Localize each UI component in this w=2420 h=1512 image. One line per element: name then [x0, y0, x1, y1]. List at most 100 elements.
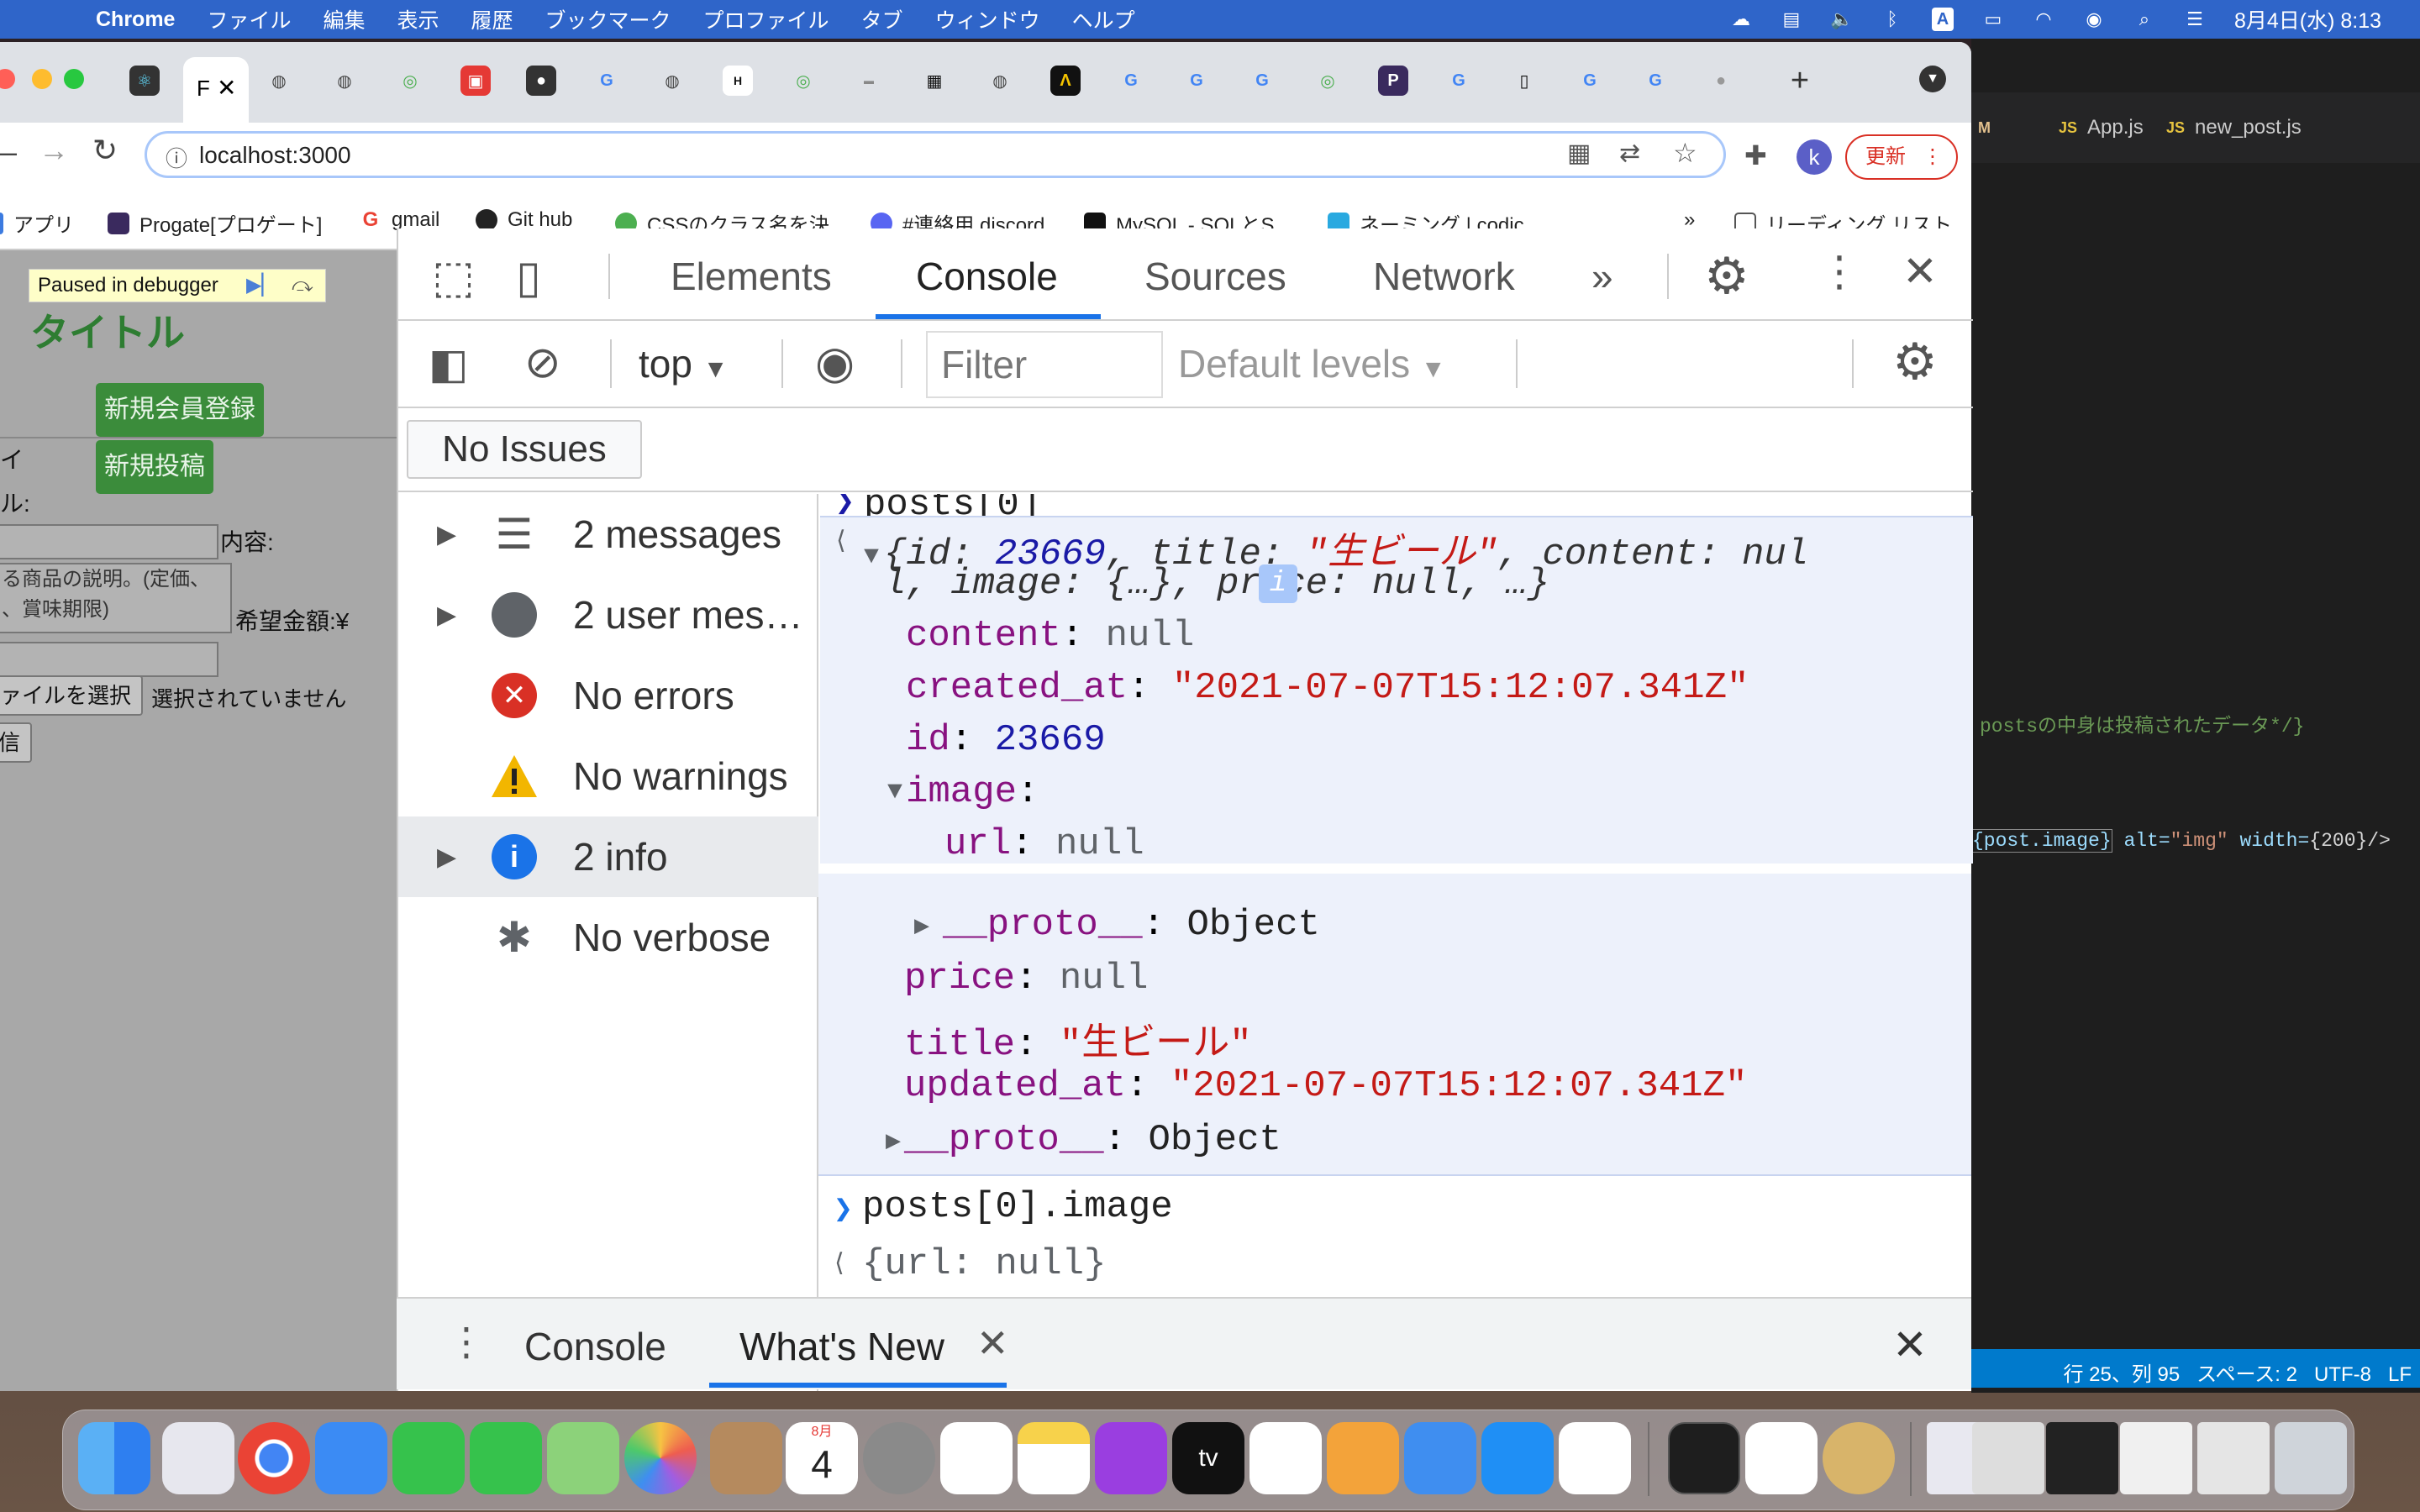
submit-button[interactable]: 信 [0, 722, 32, 763]
site-info-icon[interactable]: ⓘ [166, 142, 187, 173]
tab-sources[interactable]: Sources [1144, 254, 1286, 299]
contacts-icon[interactable] [710, 1422, 782, 1494]
console-result-2[interactable]: {url: null} [862, 1243, 1106, 1285]
menubar-clock[interactable]: 8月4日(水) 8:13 [2234, 4, 2381, 34]
terminal-icon[interactable] [1668, 1422, 1740, 1494]
chrome-icon[interactable] [238, 1422, 310, 1494]
minimize-window-icon[interactable] [32, 69, 52, 89]
sequel-pro-icon[interactable] [1823, 1422, 1895, 1494]
mail-icon[interactable] [315, 1422, 387, 1494]
tab-elements[interactable]: Elements [671, 254, 832, 299]
issues-button[interactable]: No Issues [407, 420, 642, 479]
tab-google-icon[interactable]: G [1444, 66, 1474, 96]
vscode-icon[interactable] [1559, 1422, 1631, 1494]
app-store-icon[interactable] [1481, 1422, 1554, 1494]
live-expression-eye-icon[interactable]: ◉ [815, 336, 855, 389]
prop-image-proto[interactable]: __proto__: Object [943, 904, 1320, 946]
forward-icon[interactable]: → [39, 133, 69, 168]
tab-qiita-icon[interactable]: ◎ [1313, 66, 1343, 96]
code-comment[interactable]: postsの中身は投稿されたデータ*/} [1980, 709, 2304, 738]
menu-edit[interactable]: 編集 [323, 4, 365, 34]
volume-icon[interactable]: 🔈 [1830, 8, 1853, 29]
spotlight-icon[interactable]: ⌕ [2133, 8, 2155, 29]
close-devtools-icon[interactable]: ✕ [1902, 247, 1938, 296]
window-thumbnail[interactable] [1972, 1422, 2044, 1494]
tab-react-icon[interactable]: ⚛ [129, 66, 160, 96]
tab-qiita-icon[interactable]: ◎ [788, 66, 818, 96]
active-tab[interactable]: F ✕ [183, 57, 249, 123]
wifi-icon[interactable]: ◠ [2033, 8, 2054, 29]
settings-gear-icon[interactable]: ⚙ [1704, 247, 1749, 306]
tab-google-icon[interactable]: G [1640, 66, 1670, 96]
calendar-icon[interactable]: 8月 4 [786, 1422, 858, 1494]
vscode-tab-new-post[interactable]: JS new_post.js [2146, 92, 2322, 163]
sidebar-warnings[interactable]: No warnings [398, 736, 818, 816]
tab-globe-icon[interactable]: ◍ [264, 66, 294, 96]
maps-icon[interactable] [547, 1422, 619, 1494]
tab-network[interactable]: Network [1373, 254, 1515, 299]
profile-avatar[interactable]: k [1797, 139, 1832, 175]
menu-file[interactable]: ファイル [207, 4, 291, 34]
menu-view[interactable]: 表示 [397, 4, 439, 34]
sidebar-user-messages[interactable]: ▶ 2 user mes… [398, 575, 818, 655]
tab-google-icon[interactable]: G [592, 66, 622, 96]
bluetooth-icon[interactable]: ᛒ [1881, 8, 1903, 29]
sidebar-verbose[interactable]: ✱ No verbose [398, 897, 818, 978]
system-preferences-icon[interactable] [863, 1422, 935, 1494]
info-badge-icon[interactable]: i [1259, 564, 1297, 603]
device-toolbar-icon[interactable]: ▯ [516, 250, 541, 303]
zoom-window-icon[interactable] [64, 69, 84, 89]
tab-google-icon[interactable]: G [1247, 66, 1277, 96]
tab-google-icon[interactable]: G [1575, 66, 1605, 96]
battery-icon[interactable]: ▭ [1982, 8, 2004, 29]
prop-proto[interactable]: __proto__: Object [904, 1119, 1281, 1161]
close-tab-icon[interactable]: ✕ [976, 1320, 1009, 1366]
bookmark-star-icon[interactable]: ☆ [1673, 137, 1697, 169]
filter-input[interactable]: Filter [926, 331, 1163, 398]
tab-close-icon[interactable]: ✕ [217, 74, 236, 102]
numbers-icon[interactable] [1249, 1422, 1322, 1494]
drawer-menu-icon[interactable]: ⋮ [447, 1319, 486, 1364]
clear-console-icon[interactable]: ⊘ [524, 338, 561, 388]
tab-google-icon[interactable]: G [1116, 66, 1146, 96]
tab-app-icon[interactable]: ▣ [460, 66, 491, 96]
reload-icon[interactable]: ↻ [92, 133, 118, 168]
window-thumbnail[interactable] [2197, 1422, 2270, 1494]
user-account-icon[interactable]: ◉ [2083, 8, 2105, 29]
back-icon[interactable]: – [0, 134, 17, 170]
console-command-2[interactable]: posts[0].image [862, 1186, 1173, 1228]
trash-icon[interactable] [2275, 1422, 2347, 1494]
content-textarea[interactable]: る商品の説明。(定価、 、賞味期限) [0, 563, 232, 633]
tab-google-icon[interactable]: G [1181, 66, 1212, 96]
resume-icon[interactable]: ▶▏ [246, 270, 277, 302]
reminders-icon[interactable] [940, 1422, 1013, 1494]
podcasts-icon[interactable] [1095, 1422, 1167, 1494]
step-over-icon[interactable]: ⤼ [292, 270, 313, 302]
tab-site-icon[interactable]: ▬ [854, 66, 884, 96]
sidebar-messages[interactable]: ▶ ☰ 2 messages [398, 494, 818, 575]
new-post-button[interactable]: 新規投稿 [96, 440, 213, 494]
menu-app-name[interactable]: Chrome [96, 8, 175, 32]
launchpad-icon[interactable] [162, 1422, 234, 1494]
close-window-icon[interactable] [0, 69, 15, 89]
slack-icon[interactable] [1745, 1422, 1818, 1494]
control-center-icon[interactable]: ☰ [2184, 8, 2206, 29]
tab-console[interactable]: Console [916, 254, 1058, 299]
close-drawer-icon[interactable]: ✕ [1892, 1320, 1928, 1369]
tab-grid-icon[interactable]: ▦ [919, 66, 950, 96]
signup-button[interactable]: 新規会員登録 [96, 383, 264, 437]
messages-icon[interactable] [470, 1422, 542, 1494]
menu-profile[interactable]: プロファイル [703, 4, 829, 34]
menu-bookmarks[interactable]: ブックマーク [545, 4, 671, 34]
drawer-tab-console[interactable]: Console [524, 1324, 666, 1369]
notes-icon[interactable] [1018, 1422, 1090, 1494]
log-levels-dropdown[interactable]: Default levels ▼ [1178, 341, 1446, 386]
window-thumbnail[interactable] [2120, 1422, 2192, 1494]
code-img-line[interactable]: {post.image} alt="img" width={200}/> [1971, 829, 2391, 853]
pages-icon[interactable] [1327, 1422, 1399, 1494]
tab-cat-icon[interactable]: ● [526, 66, 556, 96]
sidebar-toggle-icon[interactable]: ◧ [429, 339, 468, 388]
tab-doc-icon[interactable]: ▯ [1509, 66, 1539, 96]
apple-tv-icon[interactable]: tv [1172, 1422, 1244, 1494]
menu-help[interactable]: ヘルプ [1072, 4, 1135, 34]
